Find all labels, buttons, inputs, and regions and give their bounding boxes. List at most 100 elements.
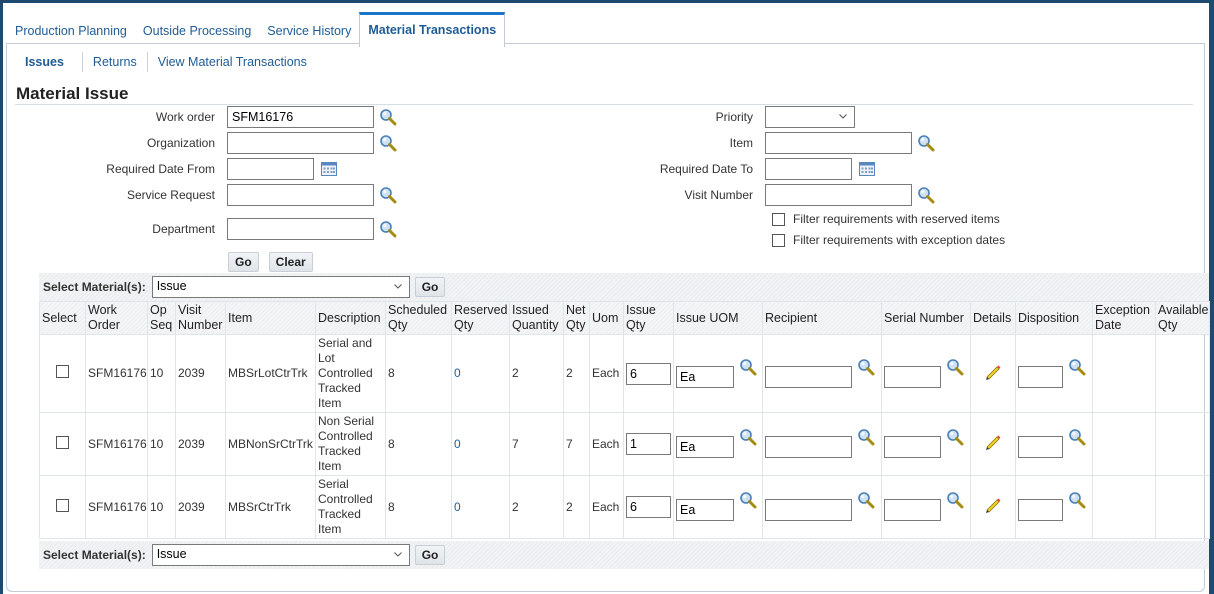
subtab-returns[interactable]: Returns [83,55,147,69]
filter-exception-row: Filter requirements with exception dates [772,233,1005,247]
filter-exception-checkbox[interactable] [772,233,785,247]
work-order-cell: SFM16176 [85,334,148,413]
serial-number-input[interactable] [884,499,941,521]
pencil-icon[interactable] [984,496,1002,514]
issue-qty-input[interactable] [626,362,671,385]
subtab-view-material-transactions[interactable]: View Material Transactions [148,55,317,69]
required-date-to-row: Required Date To [7,157,876,181]
subtab-issues[interactable]: Issues [15,55,82,69]
visit-number-cell: 2039 [175,475,226,539]
col-uom: Uom [589,301,624,335]
reserved-qty-link[interactable]: 0 [454,366,461,380]
net-qty-cell: 2 [563,475,590,539]
table-row: SFM16176 10 2039 MBSrLotCtrTrk Serial an… [39,334,1210,413]
search-icon[interactable] [917,134,935,152]
search-icon[interactable] [857,491,875,509]
issue-uom-input[interactable] [676,499,734,521]
select-materials-go-button[interactable]: Go [414,277,446,297]
table-row: SFM16176 10 2039 MBSrCtrTrk Serial Contr… [39,475,1210,539]
select-materials-go-button[interactable]: Go [414,545,446,565]
search-icon[interactable] [857,428,875,446]
subtab-bar: Issues Returns View Material Transaction… [15,52,317,72]
col-issue-uom: Issue UOM [673,301,763,335]
search-icon[interactable] [379,220,397,238]
search-icon[interactable] [1068,358,1086,376]
description-cell: Serial Controlled Tracked Item [315,475,386,539]
scheduled-qty-cell: 8 [385,475,452,539]
col-reserved-qty: Reserved Qty [451,301,510,335]
col-exception-date: Exception Date [1092,301,1156,335]
uom-cell: Each [589,412,624,476]
select-materials-label: Select Material(s): [43,280,146,294]
issued-quantity-cell: 2 [509,475,564,539]
tab-bar: Production Planning Outside Processing S… [7,9,506,47]
reserved-qty-link[interactable]: 0 [454,437,461,451]
disposition-input[interactable] [1018,499,1063,521]
col-issue-qty: Issue Qty [623,301,674,335]
department-label: Department [152,222,215,236]
search-icon[interactable] [739,491,757,509]
visit-number-row: Visit Number [7,183,935,207]
pencil-icon[interactable] [984,363,1002,381]
col-scheduled-qty: Scheduled Qty [385,301,452,335]
row-select-checkbox[interactable] [56,365,69,378]
reserved-qty-link[interactable]: 0 [454,500,461,514]
search-icon[interactable] [946,491,964,509]
page-title: Material Issue [16,84,129,103]
filter-reserved-checkbox[interactable] [772,212,785,226]
department-input[interactable] [227,218,374,240]
op-seq-cell: 10 [147,412,176,476]
search-icon[interactable] [1068,428,1086,446]
description-cell: Non Serial Controlled Tracked Item [315,412,386,476]
row-select-checkbox[interactable] [56,435,69,449]
clear-button[interactable]: Clear [268,252,313,272]
filter-reserved-label: Filter requirements with reserved items [793,212,1000,226]
search-icon[interactable] [857,358,875,376]
content-panel: Issues Returns View Material Transaction… [6,43,1210,592]
search-icon[interactable] [739,428,757,446]
go-button[interactable]: Go [228,252,259,272]
search-icon[interactable] [917,186,935,204]
search-icon[interactable] [1068,491,1086,509]
priority-select[interactable] [765,106,855,128]
pencil-icon[interactable] [984,433,1002,451]
select-materials-value: Issue [156,279,187,293]
col-op-seq: Op Seq [147,301,176,335]
tab-material-transactions[interactable]: Material Transactions [359,12,506,47]
issued-quantity-cell: 7 [509,412,564,476]
item-cell: MBSrLotCtrTrk [225,334,316,413]
issue-uom-input[interactable] [676,365,734,388]
search-icon[interactable] [739,358,757,376]
material-select-bar-top: Select Material(s): Issue Go [39,273,1209,301]
available-qty-cell [1155,334,1210,413]
op-seq-cell: 10 [147,475,176,539]
item-input[interactable] [765,132,912,154]
issue-uom-input[interactable] [676,436,734,458]
search-icon[interactable] [946,428,964,446]
page: Production Planning Outside Processing S… [3,3,1210,594]
recipient-input[interactable] [765,499,852,521]
calendar-icon[interactable] [858,160,876,178]
disposition-input[interactable] [1018,365,1063,388]
serial-number-input[interactable] [884,365,941,388]
issue-qty-input[interactable] [626,496,671,518]
select-materials-label: Select Material(s): [43,548,146,562]
serial-number-input[interactable] [884,436,941,458]
uom-cell: Each [589,475,624,539]
item-cell: MBSrCtrTrk [225,475,316,539]
required-date-to-input[interactable] [765,158,852,180]
select-materials-dropdown[interactable]: Issue [151,544,410,566]
visit-number-input[interactable] [765,184,912,206]
col-visit-number: Visit Number [175,301,226,335]
row-select-checkbox[interactable] [56,498,69,512]
recipient-input[interactable] [765,436,852,458]
col-disposition: Disposition [1015,301,1093,335]
col-select: Select [39,301,86,335]
recipient-input[interactable] [765,365,852,388]
search-icon[interactable] [946,358,964,376]
disposition-input[interactable] [1018,436,1063,458]
issue-qty-input[interactable] [626,433,671,455]
col-serial-number: Serial Number [881,301,971,335]
select-materials-dropdown[interactable]: Issue [151,276,410,298]
work-order-cell: SFM16176 [85,412,148,476]
